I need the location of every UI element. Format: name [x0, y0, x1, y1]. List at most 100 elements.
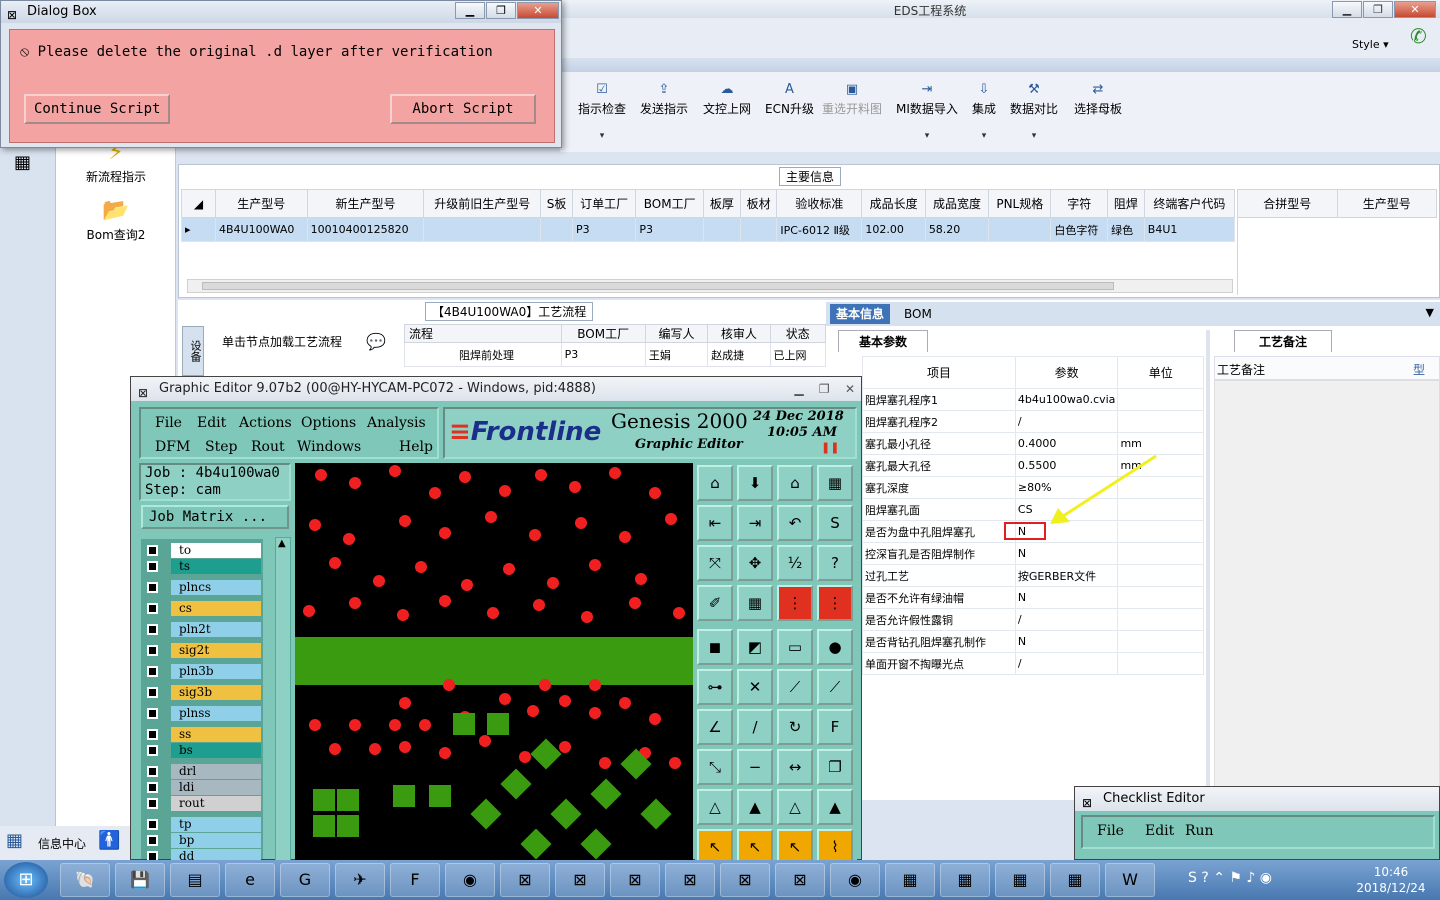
line-icon[interactable]: ⟋ [777, 669, 813, 705]
taskbar-app-2[interactable]: ▤ [170, 863, 220, 897]
column-header[interactable]: 板材 [739, 189, 778, 218]
layer-row[interactable]: drl [143, 764, 261, 779]
toolbar-btn-1[interactable]: ⇪ 发送指示 [640, 82, 688, 117]
netlist2-icon[interactable]: ⋮ [817, 585, 853, 621]
layer-checkbox[interactable] [147, 561, 158, 572]
dialog-minimize-button[interactable]: ▁ [455, 1, 485, 19]
layer-row[interactable]: plnss [143, 706, 261, 721]
layer-checkbox[interactable] [147, 582, 158, 593]
line2-icon[interactable]: ⟋ [817, 669, 853, 705]
table-row[interactable]: 阻焊前处理 P3 王娟 赵成捷 已上网 [404, 342, 827, 367]
tabs-dropdown-icon[interactable]: ▼ [1426, 306, 1434, 319]
checklist-menu-edit[interactable]: Edit [1145, 823, 1174, 839]
center-icon[interactable]: ✥ [737, 545, 773, 581]
column-header[interactable]: 参数 [1014, 356, 1119, 389]
taskbar-app-17[interactable]: ▦ [995, 863, 1045, 897]
dropdown-arrow-icon[interactable]: ▾ [1010, 131, 1058, 141]
fit-icon[interactable]: ⤧ [697, 545, 733, 581]
taskbar-app-9[interactable]: ⊠ [555, 863, 605, 897]
column-header[interactable]: 终端客户代码 [1143, 189, 1236, 218]
layer-checkbox[interactable] [147, 645, 158, 656]
pan-left-icon[interactable]: ⇤ [697, 505, 733, 541]
column-header[interactable]: 订单工厂 [571, 189, 637, 218]
column-header[interactable]: PNL规格 [988, 189, 1052, 218]
toolbar-btn-4[interactable]: ▣ 重选开料图 [822, 82, 882, 117]
tray-icons[interactable]: S ? ⌃ ⚑ ♪ ◉ [1188, 870, 1272, 886]
checklist-menu-file[interactable]: File [1097, 823, 1124, 839]
taskbar-app-6[interactable]: F [390, 863, 440, 897]
window-icon[interactable]: ▦ [817, 465, 853, 501]
taskbar-app-5[interactable]: ✈ [335, 863, 385, 897]
column-header[interactable]: 单位 [1117, 356, 1204, 389]
layer-checkbox[interactable] [147, 782, 158, 793]
column-header[interactable]: 生产型号 [1336, 189, 1437, 218]
column-header[interactable]: 升级前旧生产型号 [423, 189, 542, 218]
table-cell[interactable]: 58.20 [924, 217, 990, 242]
delete-icon[interactable]: ✕ [737, 669, 773, 705]
ge-menu-rout[interactable]: Rout [251, 439, 285, 455]
dialog-maximize-button[interactable]: ❐ [486, 1, 516, 19]
column-header[interactable]: 新生产型号 [306, 189, 425, 218]
ge-close-button[interactable]: ✕ [845, 382, 855, 396]
toolbar-btn-3[interactable]: Α ECN升级 [765, 82, 814, 117]
layer-checkbox[interactable] [147, 545, 158, 556]
dialog-close-button[interactable]: ✕ [517, 1, 559, 19]
tab-bom[interactable]: BOM [898, 304, 938, 324]
taskbar-app-0[interactable]: 🐚 [60, 863, 110, 897]
continue-script-button[interactable]: Continue Script [24, 94, 171, 124]
ge-menu-edit[interactable]: Edit [197, 415, 226, 431]
maximize-button[interactable]: ❐ [1363, 0, 1393, 18]
taskbar-app-19[interactable]: W [1105, 863, 1155, 897]
zoom-in-box-icon[interactable]: ⬇ [737, 465, 773, 501]
tri3-icon[interactable]: △ [777, 789, 813, 825]
table-row[interactable]: 是否允许假性露铜 / [862, 608, 1204, 631]
toolbar-btn-7[interactable]: ⚒ 数据对比 ▾ [1010, 82, 1058, 141]
layer-checkbox[interactable] [147, 603, 158, 614]
splitter[interactable] [1206, 330, 1210, 800]
nav-item-1[interactable]: 📂 Bom查询2 [56, 198, 176, 243]
column-header[interactable]: 板厚 [703, 189, 741, 218]
taskbar-clock[interactable]: 10:46 2018/12/24 [1346, 864, 1436, 896]
home-icon[interactable]: ⌂ [777, 465, 813, 501]
layer-row[interactable]: sig3b [143, 685, 261, 700]
column-header[interactable]: 合拼型号 [1237, 189, 1338, 218]
grid-icon[interactable]: ▦ [737, 585, 773, 621]
toolbar-btn-6[interactable]: ⇩ 集成 ▾ [972, 82, 996, 141]
scroll-up-icon[interactable]: ▲ [278, 538, 286, 549]
toolbar-btn-8[interactable]: ⇄ 选择母板 [1074, 82, 1122, 117]
column-header[interactable]: 生产型号 [215, 189, 308, 218]
dropdown-arrow-icon[interactable]: ▾ [896, 131, 958, 141]
layer-row[interactable]: ts [143, 559, 261, 574]
remark-list[interactable] [1214, 380, 1440, 800]
taskbar-app-18[interactable]: ▦ [1050, 863, 1100, 897]
table-cell[interactable]: 绿色 [1107, 217, 1145, 242]
table-cell[interactable]: 10010400125820 [306, 217, 425, 242]
circle-icon[interactable]: ● [817, 629, 853, 665]
table-cell[interactable]: P3 [571, 217, 637, 242]
ge-maximize-button[interactable]: ❐ [819, 382, 830, 396]
measure-icon[interactable]: ✐ [697, 585, 733, 621]
scale-icon[interactable]: ½ [777, 545, 813, 581]
tab-remark[interactable]: 工艺备注 [1234, 330, 1332, 352]
zoom-home-icon[interactable]: ⌂ [697, 465, 733, 501]
undo-zoom-icon[interactable]: ↶ [777, 505, 813, 541]
column-header[interactable]: 编写人 [644, 324, 709, 343]
mirror-icon[interactable]: F [817, 709, 853, 745]
column-header[interactable]: 验收标准 [776, 189, 863, 218]
tri1-icon[interactable]: △ [697, 789, 733, 825]
table-row[interactable]: 过孔工艺 按GERBER文件 [862, 564, 1204, 587]
ruler-icon[interactable]: ▭ [777, 629, 813, 665]
column-header[interactable]: S板 [540, 189, 573, 218]
abort-script-button[interactable]: Abort Script [390, 94, 536, 124]
table-row[interactable]: 是否背钻孔阻焊塞孔制作 N [862, 630, 1204, 653]
ge-menu-step[interactable]: Step [205, 439, 237, 455]
taskbar-app-14[interactable]: ◉ [830, 863, 880, 897]
horizontal-scrollbar[interactable] [187, 279, 1233, 293]
table-row[interactable]: 阻焊塞孔程序1 4b4u100wa0.cvia [862, 388, 1204, 411]
column-header[interactable]: 状态 [769, 324, 827, 343]
layer-checkbox[interactable] [147, 666, 158, 677]
table-row[interactable]: 阻焊塞孔程序2/ [862, 410, 1204, 433]
layer-checkbox[interactable] [147, 708, 158, 719]
rotate-icon[interactable]: ↻ [777, 709, 813, 745]
taskbar-app-15[interactable]: ▦ [885, 863, 935, 897]
